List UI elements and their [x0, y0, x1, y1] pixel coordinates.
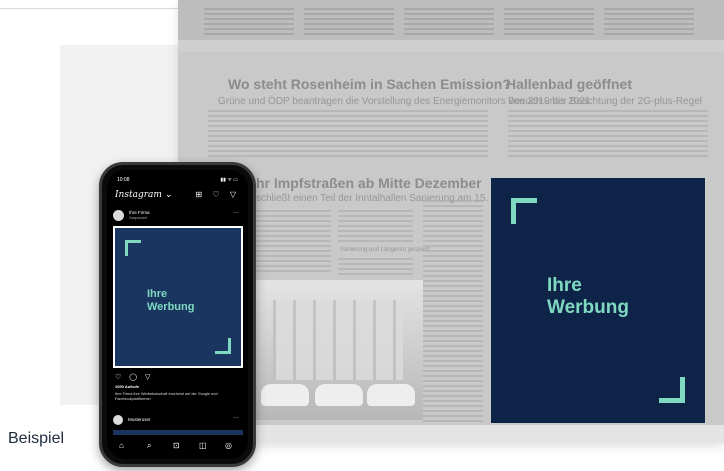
headline-impfstrassen: hr Impfstraßen ab Mitte Dezember: [256, 175, 482, 191]
article-col-3: [423, 200, 483, 430]
smartphone-mockup: 10:08 ▮▮ ᯤ ▭ Instagram ⌄ ⊞ ♡ ▽ Ihre Firm…: [99, 162, 256, 467]
home-icon[interactable]: ⌂: [119, 441, 124, 450]
newspaper-top-columns: [204, 8, 704, 38]
instagram-header: Instagram ⌄ ⊞ ♡ ▽: [115, 190, 240, 204]
reels-icon[interactable]: ⊡: [173, 441, 180, 450]
inline-heading: Sanierung und Längeren gesperrt: [340, 247, 430, 253]
instagram-logo[interactable]: Instagram ⌄: [115, 190, 172, 200]
signal-icon: ▮▮ ᯤ ▭: [220, 177, 238, 183]
profile-icon[interactable]: ◎: [225, 441, 232, 450]
corner-top-left-icon: [125, 240, 141, 256]
newspaper-subband: [178, 40, 724, 52]
avatar: [113, 415, 123, 425]
corner-bottom-right-icon: [215, 338, 231, 354]
corner-bottom-right-icon: [659, 377, 685, 403]
more-icon[interactable]: ···: [233, 210, 239, 216]
post-action-icons[interactable]: ♡ ◯ ▽: [115, 373, 153, 381]
headline-emission: Wo steht Rosenheim in Sachen Emission?: [228, 76, 511, 92]
post-ad-text: Ihre Werbung: [147, 288, 195, 313]
shop-icon[interactable]: ◫: [199, 441, 207, 450]
article-col-2: [338, 210, 413, 245]
ad-text: Ihre Werbung: [547, 275, 629, 318]
header-icons[interactable]: ⊞ ♡ ▽: [196, 190, 240, 199]
search-icon[interactable]: ⌕: [147, 441, 151, 451]
corner-top-left-icon: [511, 198, 537, 224]
article-text-emission: [208, 110, 488, 160]
bottom-nav: ⌂ ⌕ ⊡ ◫ ◎: [107, 435, 248, 459]
ad-placeholder-newspaper: Ihre Werbung: [491, 178, 705, 423]
newspaper-bottom-bar: [178, 425, 724, 443]
article-col-1: [256, 210, 331, 275]
post-account[interactable]: Ihre Firma Gesponsert ···: [113, 210, 243, 224]
status-bar: 10:08 ▮▮ ᯤ ▭: [117, 177, 238, 183]
avatar: [113, 210, 124, 221]
subline-hallenbad: Besuch unter Beachtung der 2G-plus-Regel: [508, 96, 703, 107]
post-caption: Ihre Firma Ihre Werbebotschaft erscheint…: [115, 392, 218, 401]
more-icon[interactable]: ···: [233, 415, 239, 421]
article-text-hallenbad: [508, 110, 708, 160]
article-col-2b: [338, 258, 413, 278]
second-post-account[interactable]: Musteruser ···: [113, 415, 243, 427]
example-label: Beispiel: [8, 430, 65, 447]
newspaper-photo: [253, 280, 423, 420]
likes-count: 1000 Aufrufe: [115, 384, 140, 389]
phone-screen: 10:08 ▮▮ ᯤ ▭ Instagram ⌄ ⊞ ♡ ▽ Ihre Firm…: [107, 170, 248, 459]
instagram-post[interactable]: Ihre Werbung: [113, 226, 243, 368]
headline-hallenbad: Hallenbad geöffnet: [506, 76, 633, 92]
